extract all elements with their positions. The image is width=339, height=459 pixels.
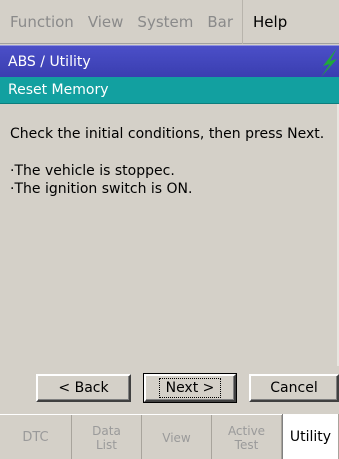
tab-data-list-label-line2: List — [96, 437, 117, 452]
next-button-label: Next > — [158, 378, 222, 398]
tab-active-test-label-line1: Active — [227, 423, 266, 438]
menu-help[interactable]: Help — [242, 0, 294, 44]
tab-dtc[interactable]: DTC — [0, 415, 72, 459]
tab-utility[interactable]: Utility — [282, 414, 339, 459]
back-button-label: < Back — [58, 380, 109, 396]
tab-data-list[interactable]: Data List — [72, 415, 142, 459]
screen-title: Reset Memory — [0, 77, 339, 104]
back-button[interactable]: < Back — [36, 374, 131, 402]
breadcrumb: ABS / Utility — [0, 45, 339, 77]
content-panel: Check the initial conditions, then press… — [0, 104, 339, 366]
cancel-button-label: Cancel — [270, 380, 318, 396]
menu-function[interactable]: Function — [0, 0, 81, 44]
lightning-bolt-icon — [321, 48, 337, 77]
menu-bar-item[interactable]: Bar — [200, 0, 240, 44]
tab-view[interactable]: View — [142, 415, 212, 459]
conditions-list: ·The vehicle is stoppec. ·The ignition s… — [10, 162, 192, 198]
condition-item: ·The ignition switch is ON. — [10, 181, 193, 197]
breadcrumb-label: ABS / Utility — [8, 54, 91, 70]
tab-dtc-label: DTC — [22, 429, 49, 445]
menu-system[interactable]: System — [130, 0, 200, 44]
condition-item: ·The vehicle is stoppec. — [10, 163, 175, 179]
tab-bar: DTC Data List View Active Test Utility — [0, 414, 339, 459]
next-button[interactable]: Next > — [143, 373, 237, 403]
tab-active-test-label-line2: Test — [234, 437, 259, 452]
cancel-button[interactable]: Cancel — [249, 374, 339, 402]
menu-view[interactable]: View — [81, 0, 131, 44]
tab-data-list-label-line1: Data — [92, 423, 121, 438]
tab-utility-label: Utility — [289, 429, 332, 445]
tab-active-test[interactable]: Active Test — [212, 415, 282, 459]
menu-bar: Function View System Bar Help — [0, 0, 339, 44]
tab-view-label: View — [162, 430, 191, 445]
instruction-text: Check the initial conditions, then press… — [10, 126, 325, 142]
